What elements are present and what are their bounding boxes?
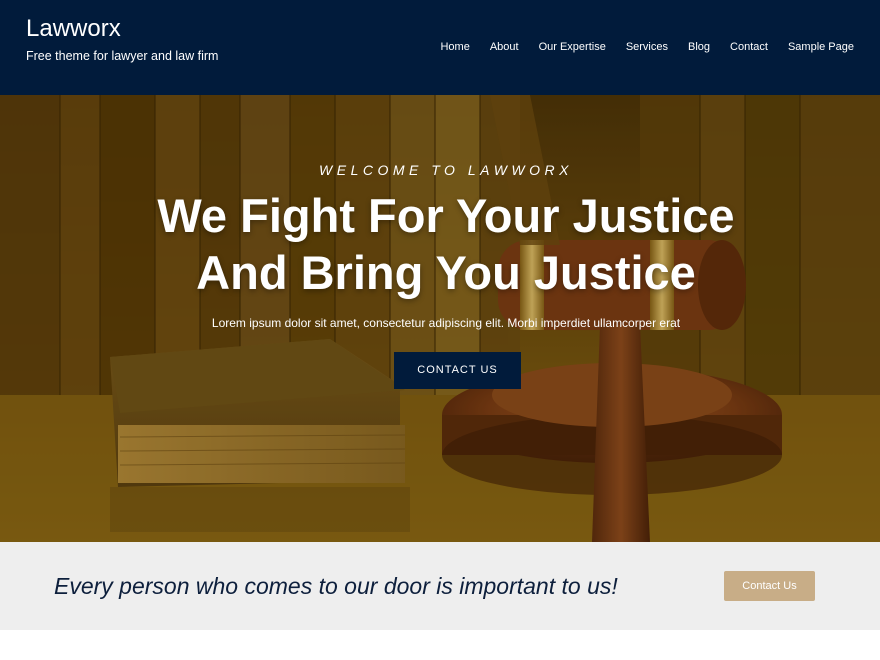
nav-item-our-expertise[interactable]: Our Expertise (529, 39, 616, 55)
hero-section: WELCOME TO LAWWORX We Fight For Your Jus… (0, 95, 880, 542)
hero-heading-line-1: We Fight For Your Justice (157, 189, 735, 242)
hero-heading-line-2: And Bring You Justice (196, 246, 696, 299)
hero-description: Lorem ipsum dolor sit amet, consectetur … (211, 316, 681, 330)
brand: Lawworx Free theme for lawyer and law fi… (26, 14, 218, 64)
hero-content: WELCOME TO LAWWORX We Fight For Your Jus… (0, 95, 880, 542)
cta-band: Every person who comes to our door is im… (0, 542, 880, 630)
nav-item-contact[interactable]: Contact (720, 39, 778, 55)
cta-contact-us-button[interactable]: Contact Us (724, 571, 815, 601)
nav-item-about[interactable]: About (480, 39, 529, 55)
hero-eyebrow: WELCOME TO LAWWORX (319, 162, 573, 178)
nav-item-blog[interactable]: Blog (678, 39, 720, 55)
site-header: Lawworx Free theme for lawyer and law fi… (0, 0, 880, 95)
hero-contact-us-button[interactable]: CONTACT US (394, 352, 521, 389)
page: Lawworx Free theme for lawyer and law fi… (0, 0, 880, 660)
nav-item-services[interactable]: Services (616, 39, 678, 55)
main-nav: Home About Our Expertise Services Blog C… (430, 39, 864, 55)
hero-heading: We Fight For Your Justice And Bring You … (0, 187, 880, 301)
nav-item-home[interactable]: Home (430, 39, 479, 55)
nav-item-sample-page[interactable]: Sample Page (778, 39, 864, 55)
site-tagline: Free theme for lawyer and law firm (26, 49, 219, 63)
cta-band-text: Every person who comes to our door is im… (54, 573, 618, 599)
site-title-link[interactable]: Lawworx (26, 14, 218, 44)
